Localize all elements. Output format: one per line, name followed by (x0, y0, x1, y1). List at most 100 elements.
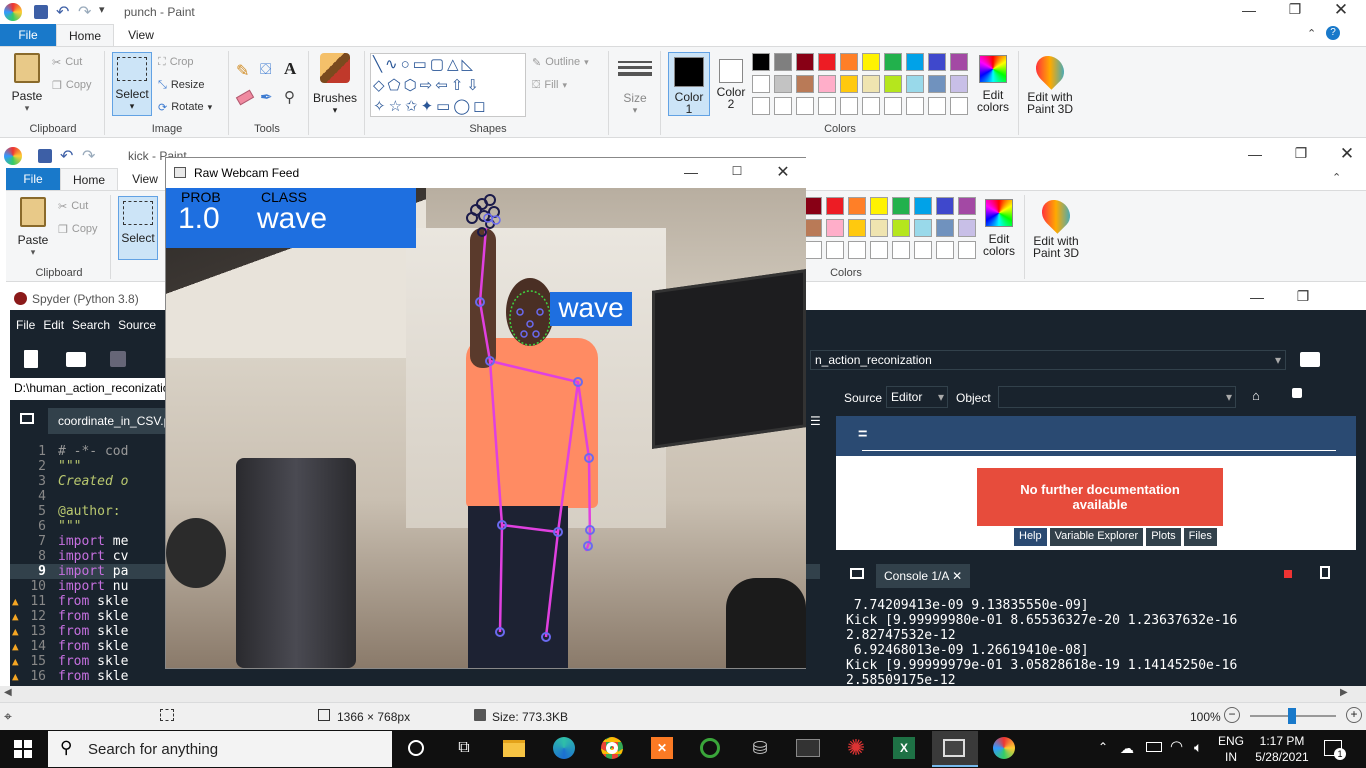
collapse-ribbon-icon[interactable]: ⌃ (1307, 27, 1316, 40)
taskbar-search[interactable]: ⚲ Search for anything (48, 731, 392, 767)
color-swatch[interactable] (826, 197, 844, 215)
color-swatch[interactable] (936, 241, 954, 259)
fill-button[interactable]: ⛋ Fill ▾ (532, 74, 567, 96)
file-explorer-icon[interactable] (498, 732, 530, 764)
maximize-button[interactable]: ☐ (714, 164, 760, 178)
color-swatch[interactable] (818, 75, 836, 93)
maximize-button[interactable]: ❐ (1280, 288, 1326, 305)
tab-file[interactable]: File (6, 168, 60, 190)
color-swatch[interactable] (752, 75, 770, 93)
onedrive-icon[interactable]: ☁ (1120, 740, 1134, 757)
tab-files[interactable]: Files (1183, 528, 1217, 546)
save-icon[interactable] (38, 149, 52, 163)
paint-taskbar-icon[interactable] (988, 732, 1020, 764)
start-button[interactable] (14, 740, 32, 758)
console-tab-list-icon[interactable] (850, 568, 864, 579)
scroll-left-icon[interactable]: ◀ (4, 687, 12, 698)
color-swatch[interactable] (752, 53, 770, 71)
shapes-gallery[interactable]: ╲∿○▭▢△◺ ◇⬠⬡⇨⇦⇧⇩ ✧☆✩✦▭◯◻ (370, 53, 526, 117)
minimize-button[interactable]: — (1232, 146, 1278, 162)
color-swatch[interactable] (870, 219, 888, 237)
undo-icon[interactable]: ↶ (60, 146, 73, 166)
color-swatch[interactable] (862, 53, 880, 71)
tab-view[interactable]: View (118, 168, 172, 190)
tab-home[interactable]: Home (60, 168, 118, 190)
color-swatch[interactable] (862, 75, 880, 93)
color-swatch[interactable] (848, 197, 866, 215)
color-swatch[interactable] (928, 53, 946, 71)
edit-with-paint3d-button[interactable]: Edit with Paint 3D (1028, 194, 1084, 259)
edit-with-paint3d-button[interactable]: Edit with Paint 3D (1022, 50, 1078, 115)
editor-options-icon[interactable]: ☰ (810, 414, 821, 428)
language-indicator[interactable]: ENG IN (1218, 733, 1244, 765)
zoom-in-button[interactable]: + (1346, 707, 1362, 723)
undo-icon[interactable]: ↶ (56, 2, 69, 22)
maximize-button[interactable]: ❐ (1278, 145, 1324, 162)
network-app-icon[interactable]: ⛁ (744, 732, 776, 764)
new-file-icon[interactable] (24, 350, 38, 368)
color-swatch[interactable] (774, 75, 792, 93)
color-swatch[interactable] (870, 197, 888, 215)
color-swatch[interactable] (906, 75, 924, 93)
close-tab-icon[interactable]: ✕ (952, 569, 962, 583)
volume-icon[interactable]: 🔈︎ (1194, 739, 1202, 756)
select-button[interactable]: Select ▾ (112, 52, 152, 116)
close-button[interactable]: ✕ (760, 162, 806, 182)
color-swatch[interactable] (774, 53, 792, 71)
console-tab[interactable]: Console 1/A ✕ (876, 564, 971, 588)
tab-plots[interactable]: Plots (1146, 528, 1181, 546)
magnifier-icon[interactable]: ⚲ (284, 88, 295, 106)
menu-search[interactable]: Search (72, 318, 110, 334)
cut-button[interactable]: ✂ Cut (58, 195, 88, 217)
zoom-slider-thumb[interactable] (1288, 708, 1296, 724)
stop-icon[interactable] (1284, 570, 1292, 578)
color-swatch[interactable] (892, 197, 910, 215)
color-swatch[interactable] (884, 97, 902, 115)
excel-icon[interactable]: X (888, 732, 920, 764)
clock[interactable]: 1:17 PM 5/28/2021 (1254, 733, 1310, 765)
close-button[interactable]: ✕ (1324, 144, 1366, 164)
color-swatch[interactable] (826, 241, 844, 259)
minimize-button[interactable]: — (1226, 2, 1272, 18)
outline-button[interactable]: ✎ Outline ▾ (532, 51, 589, 73)
lock-icon[interactable] (1292, 388, 1302, 398)
color-swatch[interactable] (840, 53, 858, 71)
color-swatch[interactable] (796, 97, 814, 115)
console-output[interactable]: 7.74209413e-09 9.13835550e-09] Kick [9.99… (846, 598, 1364, 684)
color-swatch[interactable] (936, 219, 954, 237)
color-swatch[interactable] (958, 197, 976, 215)
collapse-ribbon-icon[interactable]: ⌃ (1332, 171, 1341, 184)
color-swatch[interactable] (796, 53, 814, 71)
brushes-button[interactable]: Brushes ▾ (312, 53, 358, 116)
color-swatch[interactable] (840, 97, 858, 115)
color-swatch[interactable] (914, 241, 932, 259)
color2-button[interactable]: Color 2 (712, 52, 750, 116)
color-swatch[interactable] (870, 241, 888, 259)
minimize-button[interactable]: — (1234, 289, 1280, 305)
color-swatch[interactable] (826, 219, 844, 237)
cortana-icon[interactable] (400, 732, 432, 764)
clear-console-icon[interactable] (1320, 566, 1330, 579)
edge-icon[interactable] (548, 732, 580, 764)
color-swatch[interactable] (950, 75, 968, 93)
color-swatch[interactable] (906, 53, 924, 71)
anaconda-icon[interactable] (694, 732, 726, 764)
paste-button[interactable]: Paste ▾ (14, 197, 52, 259)
source-combo[interactable]: Editor ▾ (886, 386, 948, 408)
color1-button[interactable]: Color 1 (668, 52, 710, 116)
browse-folder-icon[interactable] (1300, 352, 1320, 367)
size-button[interactable]: Size ▾ (616, 53, 654, 116)
tab-variable-explorer[interactable]: Variable Explorer (1049, 528, 1144, 546)
customize-qat-icon[interactable]: ▾ (99, 3, 105, 16)
color-swatch[interactable] (928, 97, 946, 115)
tab-list-icon[interactable] (20, 413, 34, 424)
maximize-button[interactable]: ❐ (1272, 1, 1318, 18)
task-view-icon[interactable]: ⧉ (448, 732, 480, 764)
color-picker-icon[interactable]: ✒ (260, 88, 273, 106)
scroll-right-icon[interactable]: ▶ (1340, 687, 1348, 698)
color-swatch[interactable] (774, 97, 792, 115)
copy-button[interactable]: ❐ Copy (52, 74, 92, 96)
menu-source[interactable]: Source (118, 318, 156, 334)
pencil-icon[interactable]: ✎ (236, 61, 249, 81)
paste-button[interactable]: Paste ▾ (8, 53, 46, 115)
